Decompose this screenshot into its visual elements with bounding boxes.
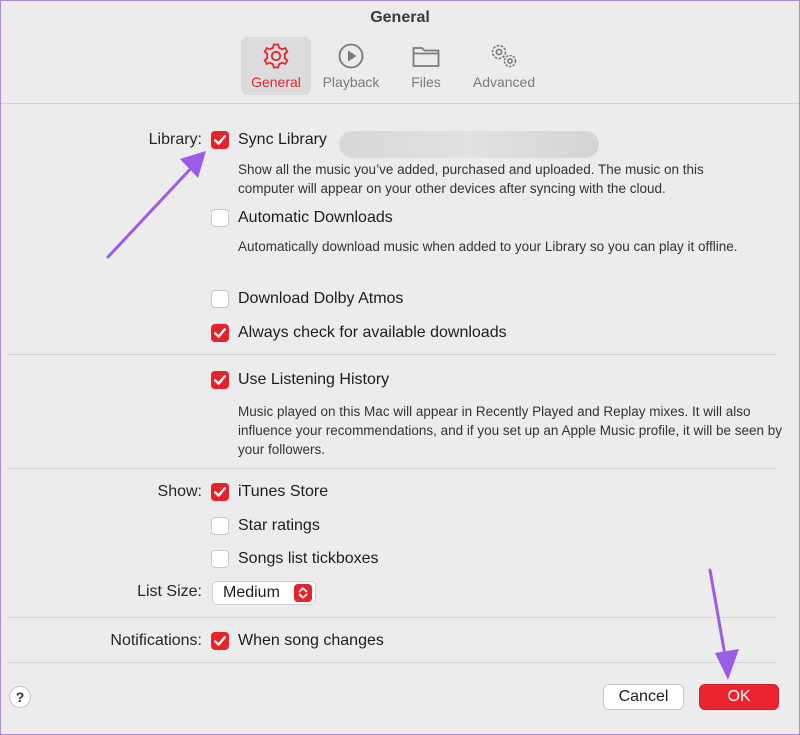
show-label: Show: [157,483,202,500]
select-stepper-icon [294,584,312,602]
listening-history-description: Music played on this Mac will appear in … [238,404,783,457]
tab-general[interactable]: General [241,37,311,95]
tab-playback-label: Playback [322,74,380,90]
sync-library-checkbox[interactable]: Sync Library [211,131,327,149]
checkbox-checked[interactable] [211,632,229,650]
sync-library-label: Sync Library [238,131,327,148]
library-label: Library: [148,131,202,148]
cancel-button[interactable]: Cancel [603,684,684,710]
checkbox-checked[interactable] [211,371,229,389]
always-check-downloads-label: Always check for available downloads [238,324,507,341]
list-size-select[interactable]: Medium [212,581,316,605]
always-check-downloads-checkbox[interactable]: Always check for available downloads [211,324,507,342]
list-size-value: Medium [223,584,280,601]
tab-playback[interactable]: Playback [315,37,387,95]
tab-advanced[interactable]: Advanced [467,37,541,95]
tab-general-label: General [251,74,301,90]
preferences-window: General General Playback Files Advanced … [0,0,800,735]
dolby-atmos-checkbox[interactable]: Download Dolby Atmos [211,290,403,308]
listening-history-checkbox[interactable]: Use Listening History [211,371,389,389]
automatic-downloads-label: Automatic Downloads [238,209,393,226]
songs-list-tickboxes-label: Songs list tickboxes [238,550,379,567]
window-title: General [370,9,430,26]
play-icon [338,43,364,69]
preferences-toolbar: General Playback Files Advanced [1,37,799,95]
checkbox-unchecked[interactable] [211,517,229,535]
listening-history-label: Use Listening History [238,371,390,388]
gear-icon [263,43,289,69]
when-song-changes-label: When song changes [238,632,384,649]
checkbox-checked[interactable] [211,483,229,501]
checkbox-checked[interactable] [211,324,229,342]
annotation-arrow-ok [708,568,739,680]
divider [7,617,777,618]
itunes-store-checkbox[interactable]: iTunes Store [211,483,328,501]
ok-button[interactable]: OK [699,684,779,710]
checkbox-unchecked[interactable] [211,290,229,308]
sync-library-description: Show all the music you’ve added, purchas… [238,162,704,196]
toolbar-divider [1,103,799,104]
star-ratings-label: Star ratings [238,517,320,534]
folder-icon [412,47,440,67]
divider [7,354,777,355]
star-ratings-checkbox[interactable]: Star ratings [211,517,320,535]
checkbox-unchecked[interactable] [211,209,229,227]
annotation-arrow-library [106,151,206,259]
songs-list-tickboxes-checkbox[interactable]: Songs list tickboxes [211,550,379,568]
gears-icon [491,44,517,68]
tab-files[interactable]: Files [399,37,453,95]
checkbox-unchecked[interactable] [211,550,229,568]
divider [7,662,777,663]
automatic-downloads-checkbox[interactable]: Automatic Downloads [211,209,393,227]
notifications-label: Notifications: [110,632,202,649]
when-song-changes-checkbox[interactable]: When song changes [211,632,384,650]
tab-advanced-label: Advanced [472,74,536,90]
help-button[interactable]: ? [9,686,31,708]
list-size-label: List Size: [137,583,202,600]
automatic-downloads-description: Automatically download music when added … [238,239,738,254]
checkbox-checked[interactable] [211,131,229,149]
dolby-atmos-label: Download Dolby Atmos [238,290,404,307]
tab-files-label: Files [411,74,441,90]
divider [7,468,777,469]
itunes-store-label: iTunes Store [238,483,329,500]
blurred-account-email [339,131,599,158]
